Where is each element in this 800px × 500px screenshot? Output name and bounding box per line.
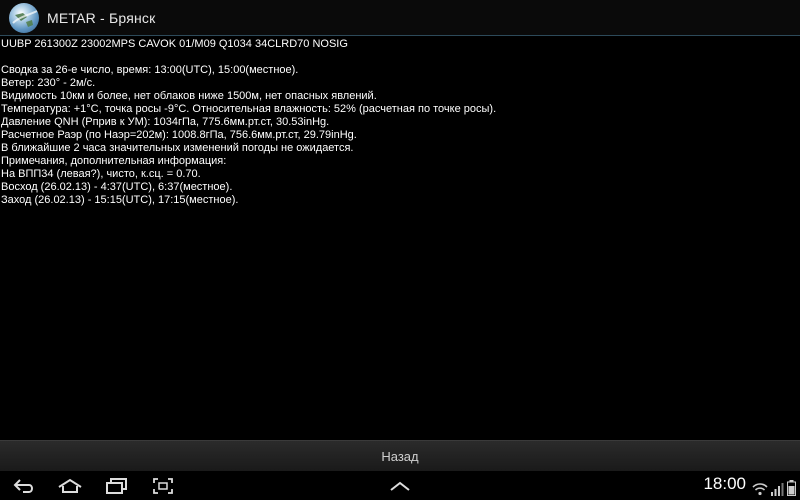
back-button[interactable]: Назад — [0, 440, 800, 471]
home-icon[interactable] — [50, 471, 90, 500]
report-line-sunset: Заход (26.02.13) - 15:15(UTC), 17:15(мес… — [1, 194, 239, 206]
globe-icon — [9, 2, 39, 33]
report-line-runway: На ВПП34 (левая?), чисто, к.сц. = 0.70. — [1, 168, 201, 180]
report-line-visibility: Видимость 10км и более, нет облаков ниже… — [1, 90, 377, 102]
back-icon[interactable] — [4, 471, 44, 500]
report-content: UUBP 261300Z 23002MPS CAVOK 01/M09 Q1034… — [0, 37, 800, 207]
metar-raw-code: UUBP 261300Z 23002MPS CAVOK 01/M09 Q1034… — [1, 38, 348, 50]
report-line-sunrise: Восход (26.02.13) - 4:37(UTC), 6:37(мест… — [1, 181, 233, 193]
system-navigation-bar: 18:00 — [0, 471, 800, 500]
menu-up-icon[interactable] — [380, 471, 420, 500]
report-line-wind: Ветер: 230° - 2м/с. — [1, 77, 96, 89]
title-bar: METAR - Брянск — [0, 0, 800, 36]
report-line-summary: Сводка за 26-е число, время: 13:00(UTC),… — [1, 64, 299, 76]
recent-apps-icon[interactable] — [97, 471, 137, 500]
battery-icon — [787, 480, 796, 496]
screenshot-icon[interactable] — [143, 471, 183, 500]
report-line-temperature: Температура: +1°C, точка росы -9°C. Отно… — [1, 103, 497, 115]
report-line-forecast: В ближайшие 2 часа значительных изменени… — [1, 142, 354, 154]
metar-app: METAR - Брянск UUBP 261300Z 23002MPS CAV… — [0, 0, 800, 500]
report-line-qnh: Давление QNH (Рприв к УМ): 1034гПа, 775.… — [1, 116, 330, 128]
app-title: METAR - Брянск — [47, 9, 156, 26]
status-clock: 18:00 — [703, 474, 746, 493]
wifi-icon — [752, 483, 768, 496]
signal-icon — [771, 483, 784, 496]
report-line-pressure-aero: Расчетное Раэр (по Наэр=202м): 1008.8гПа… — [1, 129, 357, 141]
report-line-remarks-header: Примечания, дополнительная информация: — [1, 155, 227, 167]
status-icons — [752, 476, 796, 496]
